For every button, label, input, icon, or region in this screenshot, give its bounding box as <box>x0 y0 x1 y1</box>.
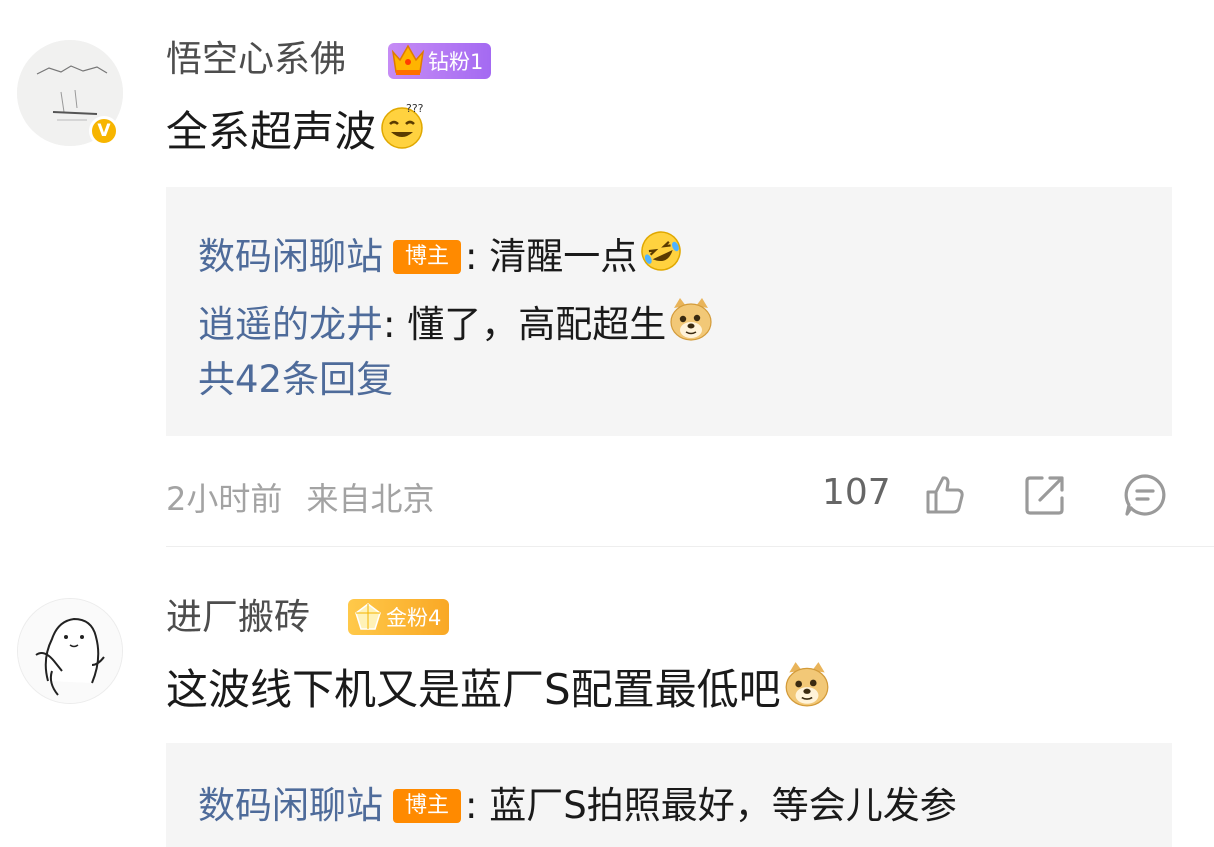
comment-time: 2小时前 <box>166 480 283 518</box>
comment-text: 这波线下机又是蓝厂S配置最低吧 <box>166 658 833 722</box>
reply-box[interactable]: 数码闲聊站 博主 : 蓝厂S拍照最好，等会儿发参 <box>166 743 1172 847</box>
comment-location: 来自北京 <box>306 480 435 518</box>
doge-emoji <box>666 294 716 355</box>
comment-body: 全系超声波 <box>166 107 377 156</box>
comment-meta: 2小时前 来自北京 <box>166 474 435 520</box>
reply-author[interactable]: 数码闲聊站 <box>198 234 383 280</box>
crown-icon <box>390 40 426 83</box>
fan-badge-label: 金粉4 <box>386 606 442 630</box>
reply-author[interactable]: 数码闲聊站 <box>198 783 383 829</box>
like-count: 107 <box>822 472 891 513</box>
fan-badge[interactable]: 钻粉1 <box>388 43 492 79</box>
fan-badge-label: 钻粉1 <box>428 50 484 74</box>
fan-badge[interactable]: 金粉4 <box>348 599 450 638</box>
reply-item[interactable]: 逍遥的龙井 : 懂了，高配超生 <box>198 294 716 355</box>
divider <box>166 546 1214 547</box>
host-tag: 博主 <box>393 239 461 274</box>
username[interactable]: 悟空心系佛 <box>166 38 346 82</box>
reply-item[interactable]: 数码闲聊站 博主 : 清醒一点 <box>198 227 685 286</box>
comment-icon[interactable] <box>1122 472 1168 522</box>
username[interactable]: 进厂搬砖 <box>166 596 310 640</box>
comment-text: 全系超声波 ??? <box>166 100 428 164</box>
reply-text: : 懂了，高配超生 <box>383 302 667 346</box>
reply-author[interactable]: 逍遥的龙井 <box>198 302 383 348</box>
comment-body: 这波线下机又是蓝厂S配置最低吧 <box>166 665 781 714</box>
more-replies-link[interactable]: 共42条回复 <box>198 357 393 403</box>
svg-text:???: ??? <box>406 102 424 115</box>
gem-icon <box>352 601 384 638</box>
rofl-emoji <box>637 227 685 286</box>
reply-text: : 清醒一点 <box>465 234 638 278</box>
verified-icon: V <box>89 116 119 146</box>
grinning-sweat-emoji: ??? <box>376 100 428 164</box>
reply-item[interactable]: 数码闲聊站 博主 : 蓝厂S拍照最好，等会儿发参 <box>198 783 957 829</box>
host-tag: 博主 <box>393 789 461 823</box>
thumbs-up-icon[interactable] <box>920 470 968 522</box>
reply-text: : 蓝厂S拍照最好，等会儿发参 <box>465 784 957 827</box>
avatar[interactable] <box>17 598 123 704</box>
reply-box[interactable]: 数码闲聊站 博主 : 清醒一点 逍遥的龙井 : 懂了，高配超生 共42条回复 <box>166 187 1172 436</box>
share-icon[interactable] <box>1022 472 1068 522</box>
doge-emoji <box>781 658 833 722</box>
